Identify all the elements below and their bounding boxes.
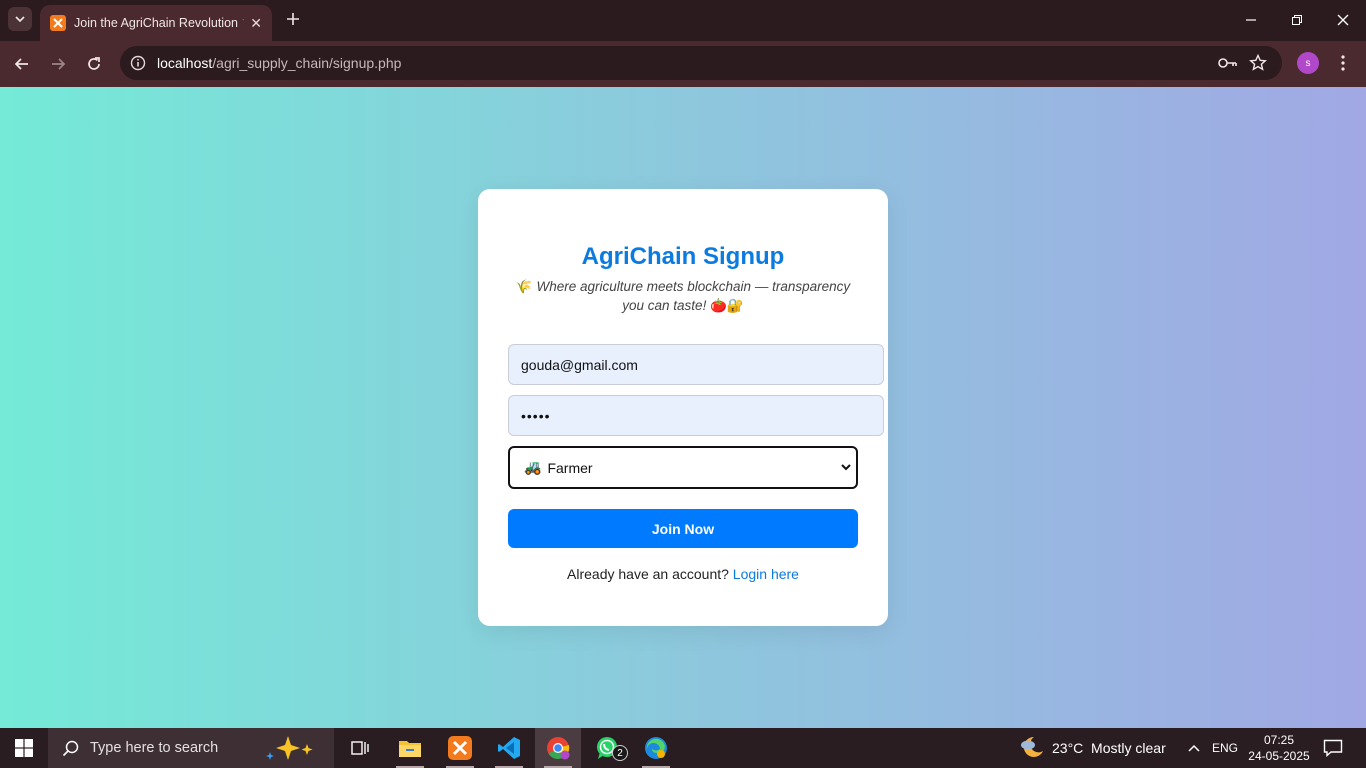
plus-icon bbox=[287, 13, 299, 25]
tomato-lock-icon: 🍅🔐 bbox=[710, 298, 744, 313]
browser-menu-icon[interactable] bbox=[1332, 52, 1354, 74]
tractor-icon: 🚜 bbox=[524, 459, 542, 475]
input-language[interactable]: ENG bbox=[1212, 741, 1238, 755]
login-prompt-text: Already have an account? bbox=[567, 566, 729, 582]
role-selected-value: Farmer bbox=[547, 459, 593, 476]
arrow-right-icon bbox=[52, 58, 66, 70]
url-path: /agri_supply_chain/signup.php bbox=[212, 55, 402, 71]
profile-avatar[interactable]: s bbox=[1297, 52, 1319, 74]
taskbar-file-explorer[interactable] bbox=[387, 728, 433, 768]
taskbar-chrome[interactable] bbox=[535, 728, 581, 768]
vscode-icon bbox=[498, 737, 520, 759]
xampp-icon bbox=[448, 736, 472, 760]
windows-logo-icon bbox=[15, 739, 33, 757]
weather-text[interactable]: 23°C Mostly clear bbox=[1052, 740, 1166, 756]
page-title: AgriChain Signup bbox=[581, 243, 785, 270]
address-bar[interactable]: localhost/agri_supply_chain/signup.php bbox=[120, 46, 1282, 80]
chevron-down-icon bbox=[841, 464, 851, 471]
folder-icon bbox=[399, 741, 421, 757]
notification-center-button[interactable] bbox=[1322, 738, 1344, 758]
url-host: localhost bbox=[157, 55, 213, 71]
task-view-icon bbox=[351, 741, 369, 755]
join-now-button[interactable]: Join Now bbox=[508, 509, 858, 548]
search-icon bbox=[62, 740, 79, 757]
close-window-button[interactable] bbox=[1320, 0, 1366, 40]
password-field[interactable] bbox=[508, 395, 884, 436]
login-prompt: Already have an account? Login here bbox=[478, 566, 888, 582]
chevron-down-icon bbox=[15, 16, 25, 23]
browser-toolbar: localhost/agri_supply_chain/signup.php s bbox=[0, 41, 1366, 87]
minimize-icon bbox=[1246, 19, 1256, 21]
bookmark-star-icon[interactable] bbox=[1248, 53, 1268, 73]
signup-card: AgriChain Signup 🌾 Where agriculture mee… bbox=[478, 189, 888, 626]
whatsapp-unread-badge: 2 bbox=[612, 745, 628, 761]
minimize-button[interactable] bbox=[1228, 0, 1274, 40]
reload-button[interactable] bbox=[82, 52, 106, 76]
email-field[interactable] bbox=[508, 344, 884, 385]
tab-search-button[interactable] bbox=[8, 7, 32, 31]
password-key-icon[interactable] bbox=[1218, 54, 1238, 72]
browser-tab-active[interactable]: Join the AgriChain Revolution 🌾 ✕ bbox=[40, 5, 272, 41]
new-tab-button[interactable] bbox=[282, 8, 304, 30]
page-viewport: AgriChain Signup 🌾 Where agriculture mee… bbox=[0, 87, 1366, 728]
role-select[interactable]: 🚜 Farmer bbox=[508, 446, 858, 489]
taskbar-xampp[interactable] bbox=[437, 728, 483, 768]
wheat-icon: 🌾 bbox=[515, 279, 533, 294]
taskbar: Type here to search 2 23°C Mostly clear … bbox=[0, 728, 1366, 768]
start-button[interactable] bbox=[0, 728, 48, 768]
tray-overflow-button[interactable] bbox=[1186, 740, 1202, 756]
tagline-text: Where agriculture meets blockchain — tra… bbox=[536, 279, 851, 313]
taskbar-vscode[interactable] bbox=[486, 728, 532, 768]
login-link[interactable]: Login here bbox=[733, 566, 799, 582]
chrome-icon bbox=[547, 737, 570, 760]
edge-icon bbox=[645, 737, 667, 759]
taskbar-clock[interactable]: 07:25 24-05-2025 bbox=[1246, 732, 1312, 764]
url-text: localhost/agri_supply_chain/signup.php bbox=[157, 55, 401, 71]
restore-icon bbox=[1292, 15, 1302, 25]
arrow-left-icon bbox=[14, 58, 28, 70]
forward-button[interactable] bbox=[46, 52, 70, 76]
xampp-favicon-icon bbox=[50, 15, 66, 31]
tab-close-icon[interactable]: ✕ bbox=[250, 15, 262, 32]
chevron-up-icon bbox=[1188, 744, 1200, 752]
reload-icon bbox=[88, 57, 100, 70]
taskbar-search-placeholder: Type here to search bbox=[90, 740, 219, 756]
browser-tab-strip: Join the AgriChain Revolution 🌾 ✕ bbox=[0, 0, 1366, 41]
restore-button[interactable] bbox=[1274, 0, 1320, 40]
close-icon bbox=[1337, 14, 1349, 26]
weather-moon-cloud-icon[interactable] bbox=[1018, 734, 1046, 762]
clock-date: 24-05-2025 bbox=[1248, 749, 1310, 763]
task-view-button[interactable] bbox=[337, 728, 383, 768]
tab-title: Join the AgriChain Revolution 🌾 bbox=[74, 15, 245, 30]
copilot-sparkle-icon[interactable] bbox=[262, 734, 326, 762]
tagline: 🌾 Where agriculture meets blockchain — t… bbox=[508, 277, 858, 315]
back-button[interactable] bbox=[10, 52, 34, 76]
clock-time: 07:25 bbox=[1263, 733, 1295, 747]
notification-icon bbox=[1323, 739, 1343, 757]
taskbar-edge[interactable] bbox=[633, 728, 679, 768]
site-info-icon[interactable] bbox=[128, 53, 148, 73]
